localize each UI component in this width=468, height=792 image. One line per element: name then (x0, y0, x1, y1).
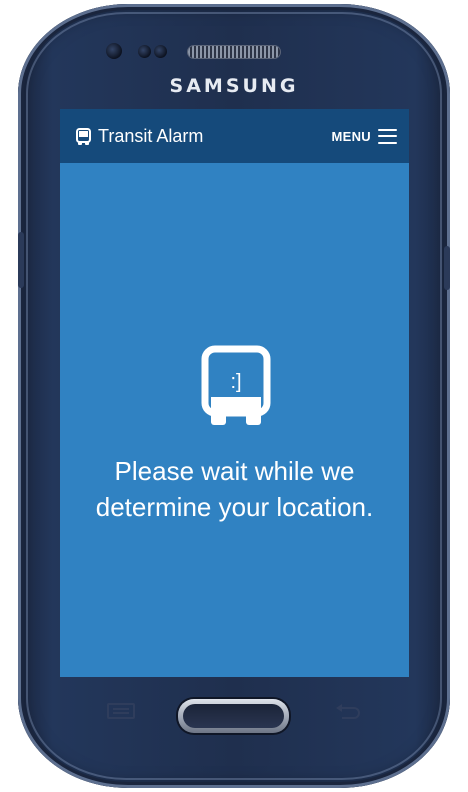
menu-button[interactable]: MENU (332, 126, 397, 146)
bus-face-icon: :] (201, 345, 271, 425)
brand-logo: SAMSUNG (169, 75, 299, 97)
home-button-face (183, 704, 284, 728)
proximity-sensor-right (154, 45, 167, 58)
volume-key (18, 232, 24, 288)
loading-message-line1: Please wait while we (114, 456, 355, 486)
front-camera (106, 43, 122, 59)
bus-face-text: :] (230, 371, 241, 393)
hardware-menu-icon[interactable] (106, 702, 136, 720)
hardware-back-icon[interactable] (332, 702, 362, 720)
power-key (444, 246, 450, 290)
earpiece-speaker (188, 46, 280, 58)
bus-icon (76, 128, 91, 145)
hamburger-icon (378, 128, 397, 144)
menu-label: MENU (331, 128, 371, 144)
device-mockup: SAMSUNG Transit Alarm MENU :] Please wai… (0, 0, 468, 792)
app-header: Transit Alarm MENU (60, 109, 409, 163)
loading-message: Please wait while we determine your loca… (60, 453, 409, 525)
loading-message-line2: determine your location. (95, 492, 374, 522)
proximity-sensor-left (138, 45, 151, 58)
app-title: Transit Alarm (98, 126, 204, 146)
home-button[interactable] (178, 699, 289, 733)
app-screen: Transit Alarm MENU :] Please wait while … (60, 109, 409, 677)
